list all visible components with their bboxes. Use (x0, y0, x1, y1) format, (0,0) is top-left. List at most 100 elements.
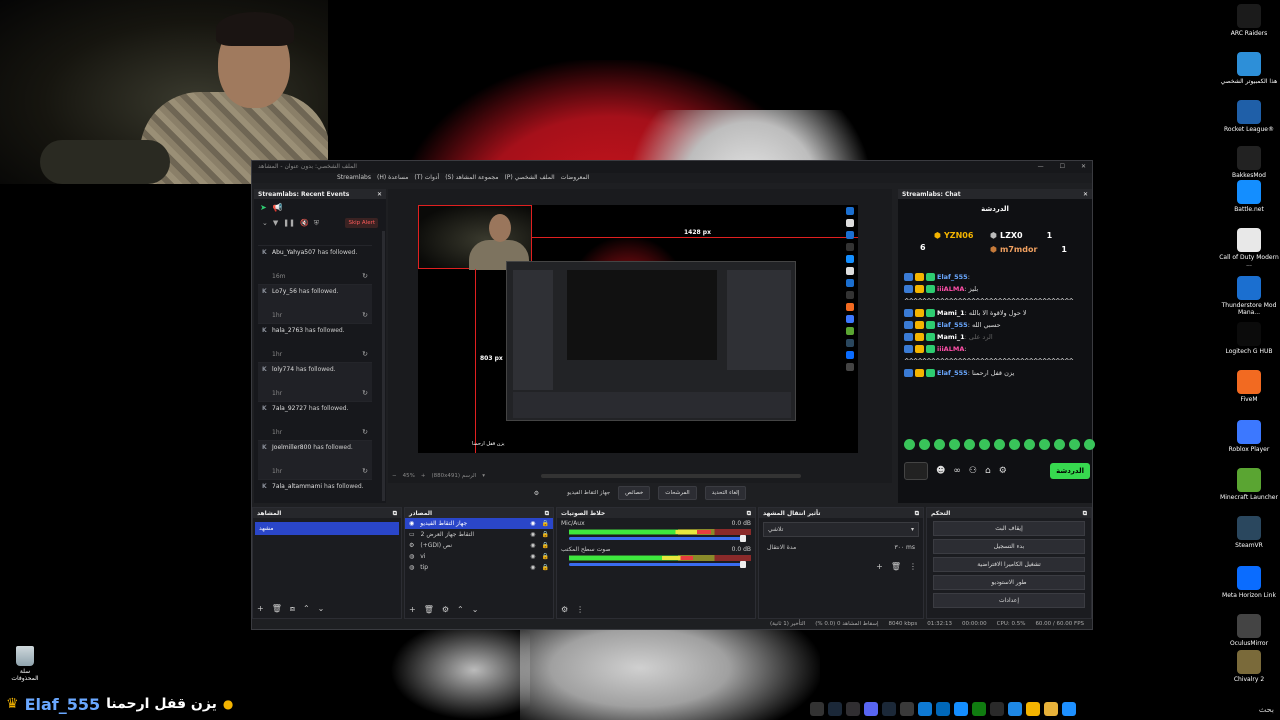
source-toolbar-button[interactable]: إلغاء التحديد (704, 486, 747, 500)
eye-icon[interactable]: ◉ (530, 531, 535, 538)
filter-icon[interactable]: ⧈ (290, 604, 295, 614)
close-icon[interactable]: ✕ (1083, 191, 1088, 198)
replay-icon[interactable]: ↻ (362, 428, 368, 436)
source-item[interactable]: ◉ جهاز التقاط الفيديو ◉ 🔒 (405, 518, 553, 529)
desktop-shortcut[interactable]: Thunderstore Mod Mana... (1218, 276, 1280, 316)
browser-icon[interactable] (900, 702, 914, 716)
app-icon[interactable] (1008, 702, 1022, 716)
control-button[interactable]: بدء التسجيل (933, 539, 1085, 554)
trash-icon[interactable]: 🗑 (424, 605, 434, 614)
desktop-shortcut[interactable]: Call of Duty Modern ... (1218, 228, 1280, 268)
close-icon[interactable]: ✕ (377, 191, 382, 198)
chevron-down-icon[interactable]: ▾ (482, 473, 485, 479)
gear-icon[interactable]: ⚙ (561, 605, 568, 614)
popout-icon[interactable]: ⧉ (393, 510, 397, 517)
replay-icon[interactable]: ↻ (362, 389, 368, 397)
desktop-shortcut[interactable]: Minecraft Launcher (1218, 468, 1280, 501)
more-icon[interactable]: ⋮ (576, 605, 584, 614)
zoom-in-icon[interactable]: + (421, 473, 426, 479)
more-icon[interactable]: ⋮ (909, 562, 917, 614)
down-icon[interactable]: ⌄ (318, 604, 325, 614)
volume-slider[interactable] (569, 561, 746, 568)
obs-icon[interactable] (846, 702, 860, 716)
start-icon[interactable] (1062, 702, 1076, 716)
volume-slider[interactable] (569, 535, 746, 542)
menu-item[interactable]: (P) الملف الشخصي (504, 174, 554, 182)
loop-icon[interactable]: ∞ (953, 466, 961, 476)
steam-icon[interactable] (828, 702, 842, 716)
avatar[interactable] (904, 462, 928, 480)
source-item[interactable]: ⚙ (+GDI) نص ◉ 🔒 (405, 540, 553, 551)
filter-icon[interactable]: ▼ (273, 219, 278, 227)
desktop-shortcut[interactable]: هذا الكمبيوتر الشخصي (1218, 52, 1280, 85)
source-item[interactable]: ◍ vi ◉ 🔒 (405, 551, 553, 562)
replay-icon[interactable]: ↻ (362, 350, 368, 358)
skip-alert-button[interactable]: Skip Alert (345, 218, 378, 228)
menu-item[interactable]: (H) مساعدة (377, 174, 408, 182)
menu-item[interactable]: (T) أدوات (414, 174, 439, 182)
preview-webcam-source[interactable] (418, 205, 532, 270)
replay-icon[interactable]: ↻ (362, 272, 368, 280)
source-toolbar-button[interactable]: خصائص (618, 486, 651, 500)
desktop-shortcut[interactable]: SteamVR (1218, 516, 1280, 549)
popout-icon[interactable]: ⧉ (545, 510, 549, 517)
eye-icon[interactable]: ◉ (530, 520, 535, 527)
control-button[interactable]: طور الاستوديو (933, 575, 1085, 590)
gear-icon[interactable]: ⚙ (534, 490, 539, 497)
chevron-down-icon[interactable]: ⌄ (262, 219, 268, 227)
chat-send-button[interactable]: الدردشة (1050, 463, 1090, 479)
zoom-level[interactable]: 45% (403, 473, 415, 479)
down-icon[interactable]: ⌄ (472, 605, 479, 614)
lock-icon[interactable]: 🔒 (542, 520, 549, 527)
eye-icon[interactable]: ◉ (530, 564, 535, 571)
desktop-shortcut[interactable]: Rocket League® (1218, 100, 1280, 133)
trash-icon[interactable]: 🗑 (891, 562, 901, 614)
up-icon[interactable]: ⌃ (457, 605, 464, 614)
source-item[interactable]: ◍ tip ◉ 🔒 (405, 562, 553, 573)
desktop-shortcut[interactable]: BakkesMod (1218, 146, 1280, 179)
add-icon[interactable]: + (876, 562, 883, 614)
chrome-icon[interactable] (1026, 702, 1040, 716)
users-icon[interactable]: ⚇ (969, 466, 977, 476)
send-icon[interactable]: ➤ (260, 203, 267, 212)
replay-icon[interactable]: ↻ (362, 467, 368, 475)
desktop-shortcut[interactable]: Battle.net (1218, 180, 1280, 213)
desktop-shortcut[interactable]: Meta Horizon Link (1218, 566, 1280, 599)
store-icon[interactable] (936, 702, 950, 716)
desktop-shortcut[interactable]: Roblox Player (1218, 420, 1280, 453)
scrollbar[interactable] (382, 231, 385, 501)
replay-icon[interactable]: ↻ (362, 311, 368, 319)
lock-icon[interactable]: 🔒 (542, 542, 549, 549)
lock-icon[interactable]: 🔒 (542, 564, 549, 571)
transition-select[interactable]: تلاشي ▾ (763, 522, 919, 537)
program-preview[interactable]: 1428 px 803 px يزن قفل ارحمنا (418, 205, 858, 453)
edge-icon[interactable] (918, 702, 932, 716)
popout-icon[interactable]: ⧉ (747, 510, 751, 517)
chevron-icon[interactable] (810, 702, 824, 716)
control-button[interactable]: تشغيل الكاميرا الافتراضية (933, 557, 1085, 572)
close-icon[interactable]: ✕ (1081, 163, 1086, 171)
epic-icon[interactable] (990, 702, 1004, 716)
trash-icon[interactable]: 🗑 (272, 604, 282, 614)
duration-field[interactable]: مدة الانتقال ٣٠٠ ms (763, 541, 919, 554)
eye-icon[interactable]: ◉ (530, 542, 535, 549)
pause-icon[interactable]: ❚❚ (283, 219, 295, 227)
lock-icon[interactable]: 🔒 (542, 531, 549, 538)
preview-scrollbar[interactable] (541, 474, 802, 478)
folder-icon[interactable] (1044, 702, 1058, 716)
desktop-shortcut[interactable]: FiveM (1218, 370, 1280, 403)
scene-item[interactable]: مشهد (255, 522, 399, 535)
menu-item[interactable]: Streamlabs (337, 174, 371, 182)
popout-icon[interactable]: ⧉ (915, 510, 919, 517)
gear-icon[interactable]: ⚙ (999, 466, 1007, 476)
control-button[interactable]: إعدادات (933, 593, 1085, 608)
shield-icon[interactable]: ⛨ (314, 219, 319, 228)
mute-icon[interactable]: 🔇 (300, 219, 309, 227)
desktop-shortcut[interactable]: Chivalry 2 (1218, 650, 1280, 683)
menu-item[interactable]: (S) مجموعة المشاهد (445, 174, 498, 182)
source-toolbar-button[interactable]: جهاز التقاط الفيديو (567, 490, 610, 496)
store-icon[interactable]: ⌂ (985, 466, 991, 476)
menu-item[interactable]: المعروضات (561, 174, 590, 182)
recycle-bin[interactable]: سلة المحذوفات (8, 646, 42, 682)
maximize-icon[interactable]: ☐ (1060, 163, 1065, 171)
